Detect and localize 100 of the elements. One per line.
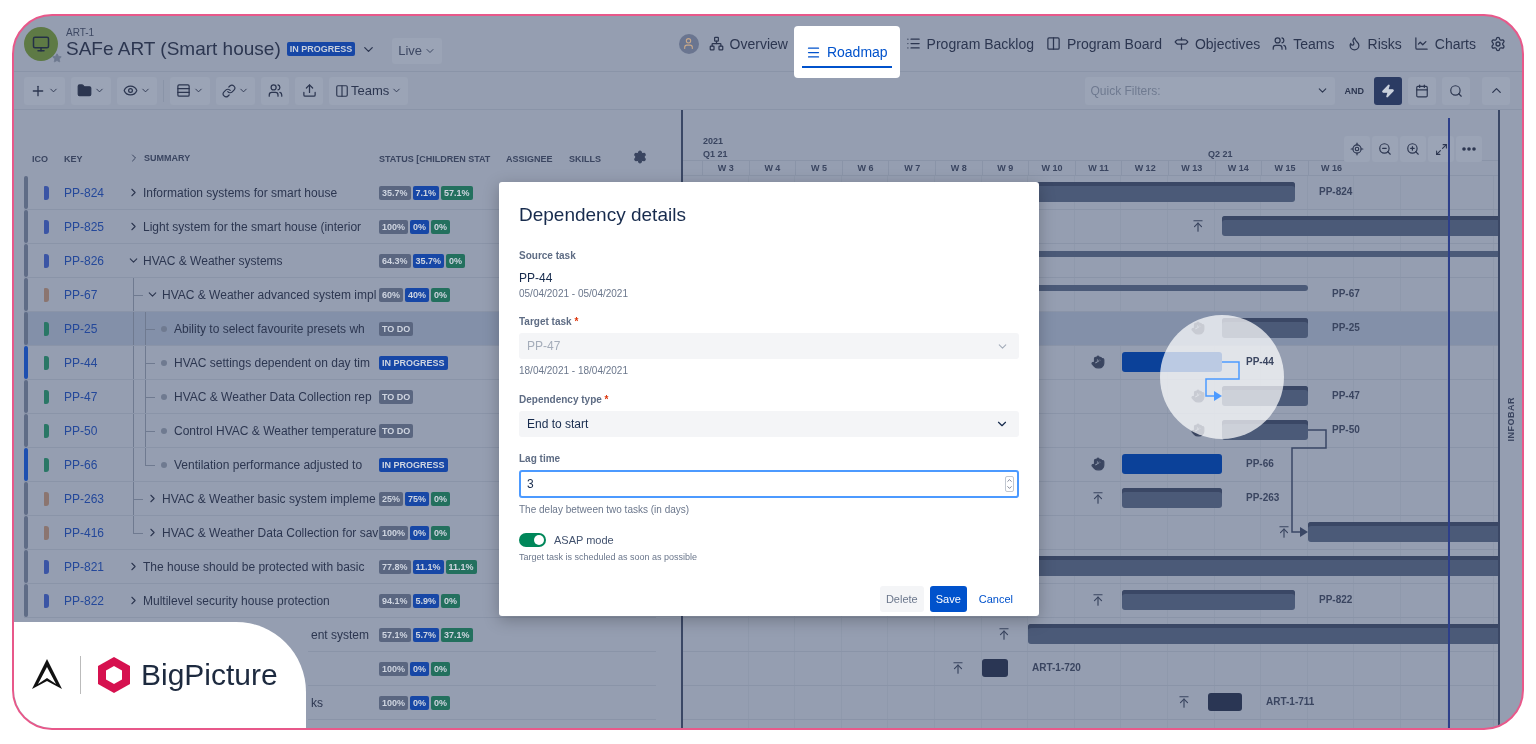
- issue-key[interactable]: PP-50: [60, 423, 126, 438]
- dependency-arrow[interactable]: [1205, 361, 1240, 401]
- upload-icon[interactable]: [951, 661, 965, 675]
- calendar-button[interactable]: [1408, 76, 1436, 105]
- delete-button[interactable]: Delete: [879, 586, 924, 612]
- link-button[interactable]: [216, 76, 255, 105]
- issue-key[interactable]: PP-825: [60, 219, 126, 234]
- asap-toggle[interactable]: [519, 533, 546, 547]
- people-icon: [267, 83, 283, 98]
- issue-summary: The house should be protected with basic: [143, 559, 365, 574]
- toggle-label: ASAP mode: [554, 534, 614, 546]
- zoom-out-button[interactable]: [1372, 136, 1398, 162]
- upload-icon[interactable]: [997, 627, 1011, 641]
- hand-icon[interactable]: [1091, 457, 1105, 471]
- nav-tab[interactable]: Overview: [702, 28, 794, 59]
- view-dropdown[interactable]: Live: [392, 37, 443, 64]
- hand-icon[interactable]: [1091, 355, 1105, 369]
- status-lozenge: 5.9%: [412, 593, 440, 608]
- issue-key[interactable]: PP-821: [60, 559, 126, 574]
- issue-summary: Control HVAC & Weather temperature: [174, 423, 377, 438]
- week-label: W 7: [888, 161, 935, 175]
- star-icon[interactable]: [52, 52, 62, 63]
- table-row[interactable]: 100% 0% 0%: [308, 652, 656, 686]
- issue-summary: Ventilation performance adjusted to: [174, 457, 363, 472]
- issue-key[interactable]: PP-822: [60, 593, 126, 608]
- zoom-in-button[interactable]: [1400, 136, 1426, 162]
- upload-icon[interactable]: [1177, 695, 1191, 709]
- dependency-arrow[interactable]: [1291, 429, 1327, 537]
- upload-icon[interactable]: [1191, 219, 1205, 233]
- status-lozenge: 100%: [379, 695, 409, 710]
- quarter-label: Q1 21: [703, 149, 728, 159]
- status-lozenge: 0%: [431, 287, 451, 302]
- nav-tab[interactable]: Roadmap: [793, 26, 900, 78]
- dependency-type-select[interactable]: End to start: [519, 411, 1019, 437]
- column-header: KEY: [64, 154, 83, 164]
- issue-key[interactable]: PP-824: [60, 185, 126, 200]
- signpost-icon: [1173, 36, 1189, 51]
- week-label: W 6: [841, 161, 889, 175]
- status-lozenge: 11.1%: [412, 559, 444, 574]
- link-icon: [222, 83, 236, 98]
- nav-tab[interactable]: Objectives: [1167, 28, 1267, 59]
- avatar[interactable]: [678, 33, 699, 54]
- lag-time-field[interactable]: 3: [519, 470, 1019, 498]
- issue-key[interactable]: PP-47: [60, 389, 126, 404]
- search-button[interactable]: [1442, 76, 1470, 105]
- column-header: STATUS [CHILDREN STAT: [379, 154, 491, 164]
- upload-icon[interactable]: [1091, 491, 1105, 505]
- view-button[interactable]: [117, 76, 157, 105]
- nav-tab[interactable]: Program Backlog: [899, 28, 1040, 59]
- operator-toggle[interactable]: AND: [1340, 85, 1368, 96]
- cancel-link[interactable]: Cancel: [972, 586, 1019, 612]
- bar-label: PP-25: [1332, 322, 1360, 333]
- lightning-button[interactable]: [1374, 76, 1402, 105]
- upload-icon[interactable]: [1091, 593, 1105, 607]
- status-lozenge: TO DO: [379, 423, 414, 438]
- issue-key[interactable]: PP-44: [60, 355, 126, 370]
- issue-key[interactable]: PP-67: [60, 287, 126, 302]
- status-lozenge: 37.1%: [441, 627, 473, 642]
- nav-tab[interactable]: Teams: [1266, 28, 1341, 59]
- flame-icon: [1346, 36, 1362, 51]
- week-label: W 4: [748, 161, 796, 175]
- tree-node-dot: [161, 325, 167, 332]
- status-lozenge: 100%: [379, 661, 409, 676]
- nav-tab[interactable]: Risks: [1340, 28, 1408, 59]
- issue-key[interactable]: PP-416: [60, 525, 126, 540]
- settings-icon[interactable]: [633, 150, 647, 164]
- table-row[interactable]: ks 100% 0% 0%: [308, 686, 656, 720]
- expand-button[interactable]: [1428, 136, 1454, 162]
- folder-button[interactable]: [71, 76, 111, 105]
- bar-label: PP-66: [1246, 458, 1274, 469]
- infobar-panel[interactable]: INFOBAR: [1498, 110, 1522, 728]
- issue-key[interactable]: PP-826: [60, 253, 126, 268]
- save-button[interactable]: Save: [929, 586, 967, 612]
- spinner-icon[interactable]: [1005, 476, 1014, 492]
- status-lozenge: 0%: [431, 219, 451, 234]
- nav-tab[interactable]: Program Board: [1040, 28, 1168, 59]
- locate-button[interactable]: [1344, 136, 1370, 162]
- upload-icon[interactable]: [1277, 525, 1291, 539]
- quarter-label: Q2 21: [1208, 149, 1233, 159]
- table-row[interactable]: ent system 57.1% 5.7% 37.1%: [308, 618, 656, 652]
- issue-key[interactable]: PP-66: [60, 457, 126, 472]
- week-label: W 15: [1261, 161, 1308, 175]
- status-lozenge: 0%: [410, 661, 430, 676]
- issue-summary: ent system: [311, 627, 370, 642]
- bar-label: PP-822: [1319, 594, 1353, 605]
- people-button[interactable]: [261, 76, 289, 105]
- rows-button[interactable]: [170, 76, 210, 105]
- week-label: W 14: [1214, 161, 1262, 175]
- eye-icon: [123, 83, 138, 98]
- status-lozenge: IN PROGRESS: [379, 355, 448, 370]
- status-lozenge: 94.1%: [379, 593, 411, 608]
- week-label: W 11: [1074, 161, 1122, 175]
- add-button[interactable]: [24, 76, 65, 105]
- week-label: W 3: [702, 161, 749, 175]
- nav-tab[interactable]: Charts: [1407, 28, 1482, 59]
- export-button[interactable]: [295, 76, 323, 105]
- columns-button[interactable]: Teams: [329, 76, 409, 105]
- more-button[interactable]: [1456, 136, 1482, 162]
- issue-key[interactable]: PP-263: [60, 491, 126, 506]
- issue-key[interactable]: PP-25: [60, 321, 126, 336]
